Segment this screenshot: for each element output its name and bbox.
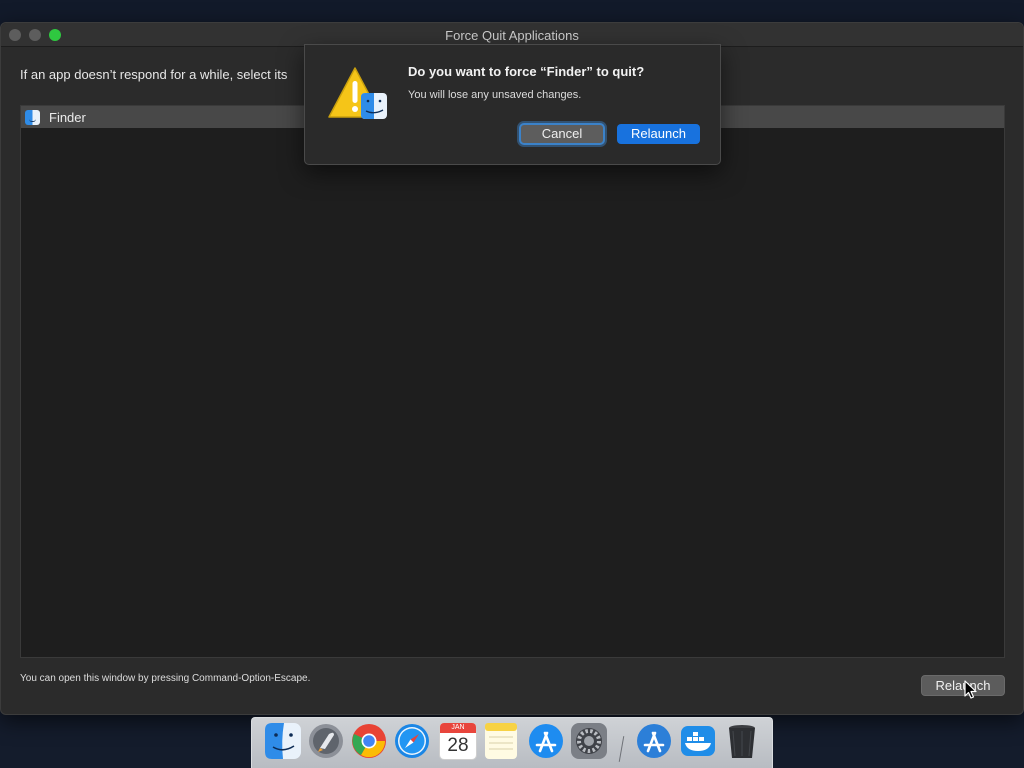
trash-icon[interactable] [723, 722, 761, 760]
safari-icon[interactable] [393, 722, 431, 760]
dock: JAN 28 [251, 717, 773, 768]
instructions-text: If an app doesn’t respond for a while, s… [20, 67, 288, 82]
relaunch-button[interactable]: Relaunch [921, 675, 1005, 696]
finder-icon[interactable] [264, 722, 302, 760]
launchpad-icon[interactable] [307, 722, 345, 760]
notes-icon[interactable] [482, 722, 520, 760]
warning-finder-icon [328, 67, 387, 119]
application-list[interactable]: Finder [20, 105, 1005, 658]
desktop-background [0, 0, 1024, 24]
chrome-icon[interactable] [350, 722, 388, 760]
force-quit-confirmation-sheet: Do you want to force “Finder” to quit? Y… [304, 44, 721, 165]
calendar-icon[interactable]: JAN 28 [439, 722, 477, 760]
window-title: Force Quit Applications [445, 28, 579, 43]
relaunch-confirm-button[interactable]: Relaunch [617, 124, 700, 144]
system-preferences-icon[interactable] [570, 722, 608, 760]
dock-separator [618, 736, 625, 762]
finder-icon [25, 109, 40, 125]
alert-message: You will lose any unsaved changes. [408, 89, 582, 101]
app-store-icon[interactable] [527, 722, 565, 760]
list-item-label: Finder [49, 109, 86, 125]
app-store-downloads-icon[interactable] [635, 722, 673, 760]
calendar-month: JAN [440, 723, 476, 733]
calendar-day: 28 [447, 735, 469, 756]
docker-icon[interactable] [679, 722, 717, 760]
alert-heading: Do you want to force “Finder” to quit? [408, 64, 645, 79]
shortcut-hint: You can open this window by pressing Com… [20, 673, 311, 684]
mouse-pointer-icon [964, 680, 977, 699]
cancel-button[interactable]: Cancel [519, 123, 605, 145]
